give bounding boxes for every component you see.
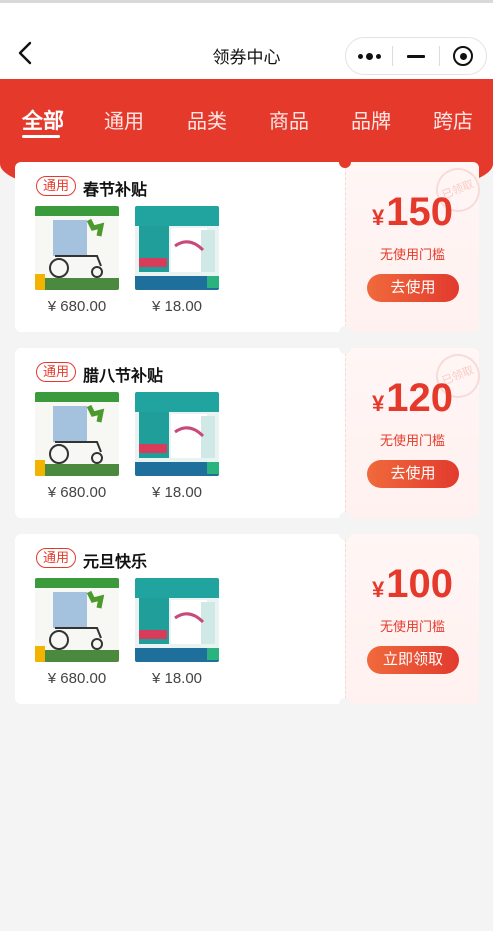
- nursing-pad-pack-image: [135, 392, 219, 476]
- tab-all[interactable]: 全部: [22, 105, 64, 135]
- wheelchair-image: [35, 206, 119, 290]
- tab-brand[interactable]: 品牌: [351, 105, 391, 134]
- ticket-notch: [339, 326, 351, 338]
- ticket-notch: [339, 156, 351, 168]
- active-tab-indicator: [22, 135, 60, 138]
- coupon-value-panel: 已领取 ¥120 无使用门槛 去使用: [345, 347, 487, 518]
- coupon-amount: ¥120: [346, 376, 479, 421]
- product-item[interactable]: ¥ 18.00: [135, 578, 219, 687]
- nursing-pad-pack-image: [135, 578, 219, 662]
- coupon-value-panel: ¥100 无使用门槛 立即领取: [345, 534, 479, 704]
- coupon-amount: ¥100: [346, 562, 479, 607]
- use-coupon-button[interactable]: 去使用: [367, 460, 459, 488]
- product-item[interactable]: ¥ 680.00: [35, 578, 119, 687]
- more-dots-icon: [357, 52, 381, 60]
- amount-value: 150: [386, 190, 453, 234]
- coupon-name: 腊八节补贴: [83, 368, 164, 385]
- product-item[interactable]: ¥ 18.00: [135, 206, 219, 315]
- currency-symbol: ¥: [372, 577, 385, 602]
- minimize-button[interactable]: [393, 38, 439, 74]
- amount-value: 120: [386, 376, 453, 420]
- product-price: ¥ 680.00: [47, 670, 107, 687]
- tab-category[interactable]: 品类: [187, 105, 227, 134]
- minimize-icon: [407, 54, 425, 58]
- coupon-info: 通用 元旦快乐 ¥ 680.00 ¥ 18.00: [15, 534, 345, 704]
- tab-cross-store[interactable]: 跨店: [433, 105, 473, 134]
- product-price: ¥ 18.00: [151, 484, 203, 501]
- coupon-type-tag: 通用: [36, 176, 77, 196]
- coupon-card: 通用 春节补贴 ¥ 680.00 ¥ 18.00 已领取 ¥150 无使用门槛 …: [15, 156, 487, 338]
- ticket-notch: [339, 698, 351, 710]
- ticket-notch: [339, 342, 351, 354]
- product-price: ¥ 680.00: [47, 298, 107, 315]
- ticket-notch: [339, 528, 351, 540]
- wheelchair-image: [35, 392, 119, 476]
- tab-product[interactable]: 商品: [269, 105, 309, 134]
- coupon-card: 通用 元旦快乐 ¥ 680.00 ¥ 18.00 ¥100 无使用门槛 立即领取: [15, 528, 479, 710]
- claim-coupon-button[interactable]: 立即领取: [367, 646, 459, 674]
- coupon-card: 通用 腊八节补贴 ¥ 680.00 ¥ 18.00 已领取 ¥120 无使用门槛…: [15, 342, 487, 524]
- coupon-type-tag: 通用: [36, 548, 77, 568]
- miniprogram-capsule: [345, 37, 487, 75]
- product-price: ¥ 18.00: [151, 670, 203, 687]
- product-item[interactable]: ¥ 680.00: [35, 392, 119, 501]
- close-miniprogram-button[interactable]: [440, 38, 486, 74]
- currency-symbol: ¥: [372, 391, 385, 416]
- coupon-amount: ¥150: [346, 190, 479, 235]
- coupon-info: 通用 春节补贴 ¥ 680.00 ¥ 18.00: [15, 162, 345, 332]
- product-item[interactable]: ¥ 18.00: [135, 392, 219, 501]
- coupon-name: 元旦快乐: [83, 554, 148, 571]
- coupon-type-tag: 通用: [36, 362, 77, 382]
- usage-threshold: 无使用门槛: [379, 619, 445, 634]
- tab-bar: 全部 通用 品类 商品 品牌 跨店: [0, 79, 493, 159]
- product-price: ¥ 680.00: [47, 484, 107, 501]
- coupon-info: 通用 腊八节补贴 ¥ 680.00 ¥ 18.00: [15, 348, 345, 518]
- usage-threshold: 无使用门槛: [379, 247, 445, 262]
- more-button[interactable]: [346, 38, 392, 74]
- coupon-value-panel: 已领取 ¥150 无使用门槛 去使用: [345, 161, 487, 332]
- target-icon: [453, 46, 473, 66]
- amount-value: 100: [386, 562, 453, 606]
- wheelchair-image: [35, 578, 119, 662]
- navbar: 领券中心: [0, 3, 493, 79]
- usage-threshold: 无使用门槛: [379, 433, 445, 448]
- coupon-name: 春节补贴: [83, 182, 148, 199]
- use-coupon-button[interactable]: 去使用: [367, 274, 459, 302]
- ticket-notch: [339, 512, 351, 524]
- product-item[interactable]: ¥ 680.00: [35, 206, 119, 315]
- tab-general[interactable]: 通用: [104, 105, 144, 134]
- product-price: ¥ 18.00: [151, 298, 203, 315]
- currency-symbol: ¥: [372, 205, 385, 230]
- nursing-pad-pack-image: [135, 206, 219, 290]
